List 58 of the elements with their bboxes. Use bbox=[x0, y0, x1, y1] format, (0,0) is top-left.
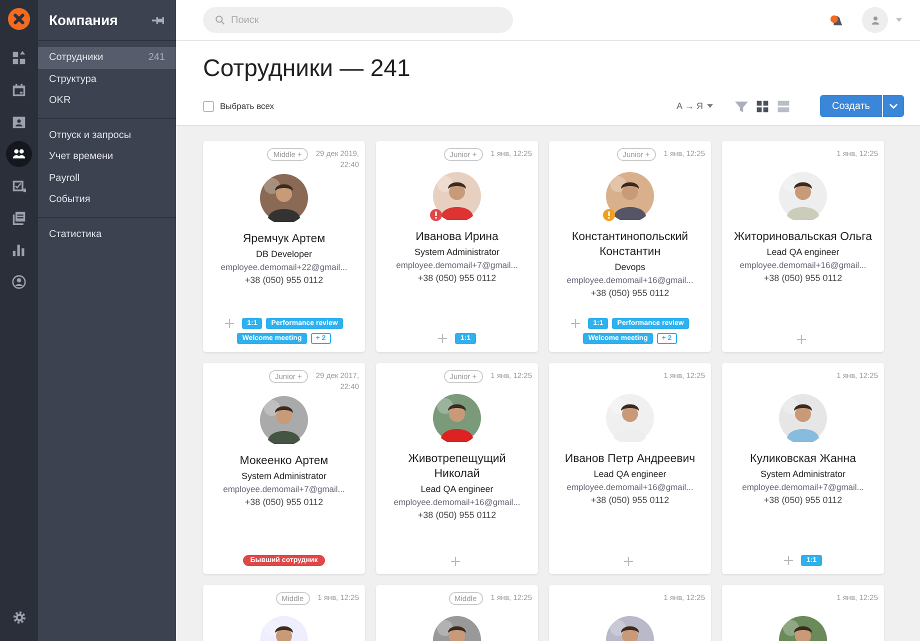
sidebar-item[interactable]: Статистика bbox=[38, 224, 176, 245]
employee-email: employee.demomail+16@gmail... bbox=[394, 497, 520, 507]
employee-role: Lead QA engineer bbox=[766, 247, 840, 257]
sort-dropdown[interactable]: А → Я bbox=[676, 101, 713, 111]
employee-phone: +38 (050) 955 0112 bbox=[244, 497, 324, 507]
sidebar-item[interactable]: Учет времени bbox=[38, 146, 176, 168]
notification-icon[interactable] bbox=[829, 12, 844, 28]
employee-name: Иванов Петр Андреевич bbox=[564, 452, 696, 467]
employee-phone: +38 (050) 955 0112 bbox=[764, 273, 842, 283]
checkbox[interactable] bbox=[203, 100, 214, 112]
employee-phone: +38 (050) 955 0112 bbox=[418, 510, 496, 520]
create-menu-button[interactable] bbox=[882, 95, 904, 117]
employee-role: System Administrator bbox=[241, 471, 327, 481]
employee-role: System Administrator bbox=[414, 247, 500, 257]
employee-phone: +38 (050) 955 0112 bbox=[244, 275, 324, 285]
caret-icon bbox=[706, 104, 713, 108]
people-icon[interactable] bbox=[6, 141, 32, 167]
employee-name: Животрепещущий Николай bbox=[407, 452, 507, 482]
employee-email: employee.demomail+7@gmail... bbox=[742, 482, 864, 492]
employee-email: employee.demomail+22@gmail... bbox=[220, 262, 348, 272]
sidebar-title: Компания bbox=[49, 12, 118, 28]
page-title: Сотрудники — 241 bbox=[203, 55, 412, 83]
employee-name: Житориновальская Ольга bbox=[733, 230, 873, 245]
pin-icon[interactable] bbox=[152, 16, 164, 24]
user-avatar[interactable] bbox=[862, 7, 888, 33]
employee-role: Lead QA engineer bbox=[420, 484, 494, 494]
sidebar-item[interactable]: Отпуск и запросы bbox=[38, 124, 176, 146]
employee-email: employee.demomail+7@gmail... bbox=[223, 484, 345, 494]
employee-phone: +38 (050) 955 0112 bbox=[590, 288, 670, 298]
employee-role: DB Developer bbox=[256, 249, 312, 259]
employee-name: Иванова Ирина bbox=[414, 230, 500, 245]
search-icon bbox=[215, 15, 225, 25]
employee-email: employee.demomail+16@gmail... bbox=[740, 260, 866, 270]
employee-email: employee.demomail+7@gmail... bbox=[396, 260, 518, 270]
create-button[interactable]: Создать bbox=[820, 95, 882, 117]
employee-email: employee.demomail+16@gmail... bbox=[566, 482, 694, 492]
logo-icon[interactable] bbox=[8, 8, 30, 30]
employee-name: Константинопольский Константин bbox=[570, 230, 690, 260]
checkbox-label: Выбрать всех bbox=[220, 101, 274, 111]
employee-phone: +38 (050) 955 0112 bbox=[418, 273, 496, 283]
sidebar-item[interactable]: Сотрудники 241 bbox=[38, 47, 176, 68]
employee-name: Мокеенко Артем bbox=[238, 454, 330, 469]
employee-phone: +38 (050) 955 0112 bbox=[764, 495, 842, 505]
employee-role: Lead QA engineer bbox=[594, 469, 666, 479]
sidebar-item[interactable]: События bbox=[38, 189, 176, 210]
employee-name: Куликовская Жанна bbox=[749, 452, 857, 467]
grid-view-icon[interactable] bbox=[756, 100, 769, 112]
sidebar-item[interactable]: OKR bbox=[38, 90, 176, 112]
search-field[interactable]: Поиск bbox=[203, 7, 513, 33]
sidebar-item[interactable]: Структура bbox=[38, 68, 176, 90]
employee-email: employee.demomail+16@gmail... bbox=[566, 275, 694, 285]
settings-icon[interactable] bbox=[12, 610, 26, 625]
employee-name: Яремчук Артем bbox=[242, 232, 326, 247]
sidebar-item[interactable]: Payroll bbox=[38, 168, 176, 189]
chevron-down-icon bbox=[889, 103, 898, 109]
employee-role: System Administrator bbox=[760, 469, 846, 479]
employee-role: Devops bbox=[614, 262, 646, 272]
employee-phone: +38 (050) 955 0112 bbox=[590, 495, 670, 505]
